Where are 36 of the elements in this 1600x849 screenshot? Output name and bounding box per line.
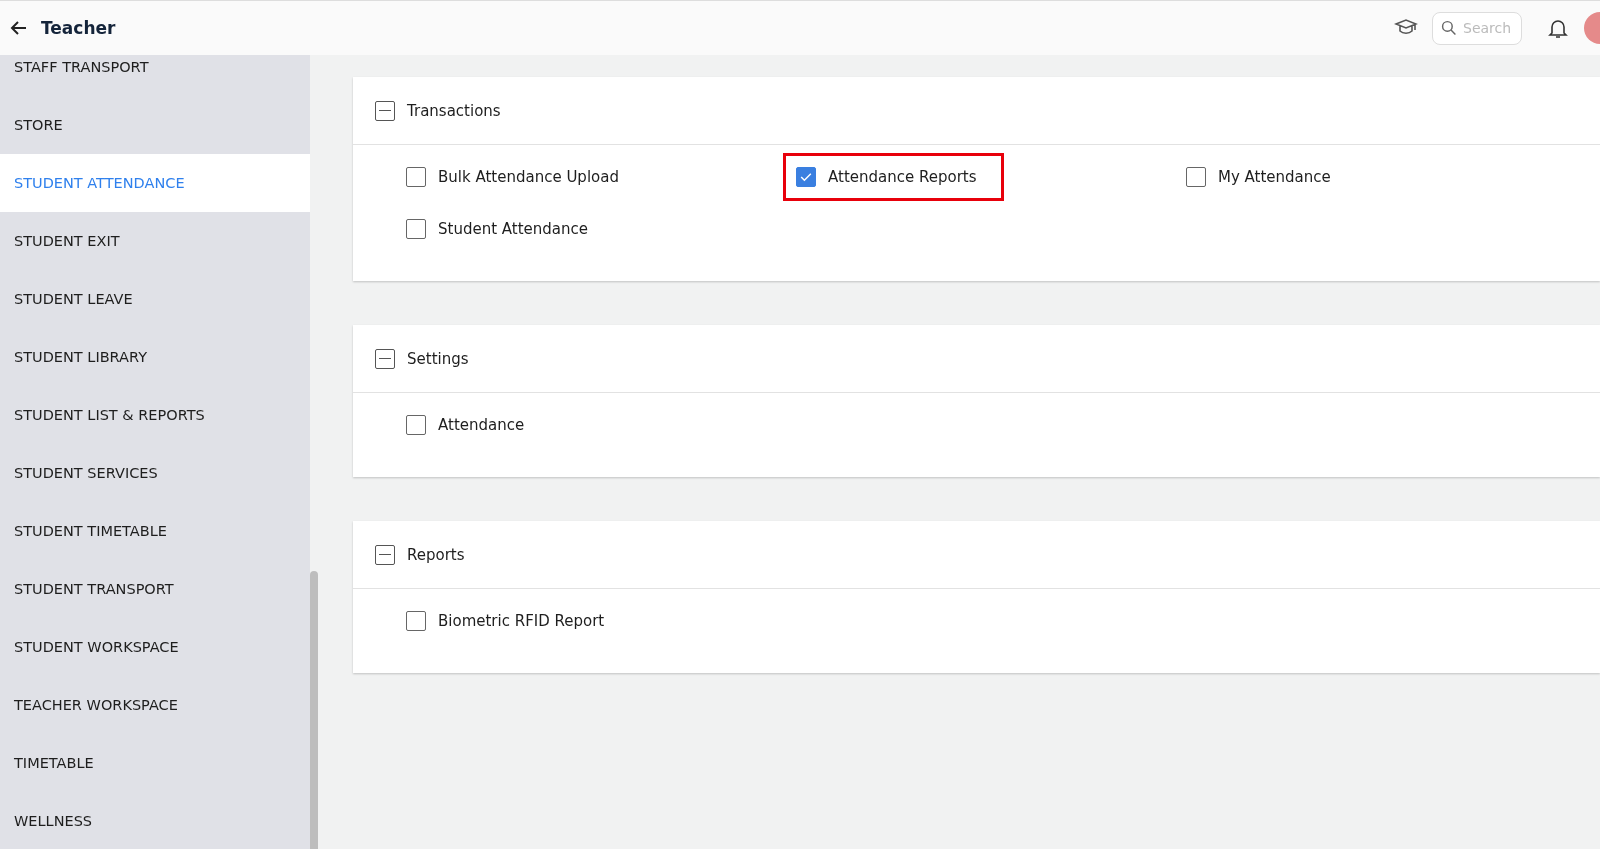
search-field[interactable]: Search [1432,11,1522,45]
sidebar-item[interactable]: STUDENT LIBRARY [0,328,310,386]
collapse-toggle[interactable] [375,100,395,121]
sidebar-item[interactable]: STUDENT ATTENDANCE [0,154,310,212]
sidebar-item[interactable]: STUDENT EXIT [0,212,310,270]
sidebar-item[interactable]: STUDENT SERVICES [0,444,310,502]
search-icon [1441,19,1457,36]
checkbox[interactable] [406,167,426,187]
sidebar-item[interactable]: STUDENT LIST & REPORTS [0,386,310,444]
checkbox[interactable] [796,167,816,187]
collapse-toggle[interactable] [375,348,395,369]
section-title: Transactions [407,101,501,120]
sidebar-item[interactable]: STUDENT WORKSPACE [0,618,310,676]
checkbox-label: My Attendance [1218,168,1331,186]
sidebar-item[interactable]: STUDENT TIMETABLE [0,502,310,560]
scrollbar-thumb[interactable] [310,571,318,849]
section-title: Settings [407,349,469,368]
page-title: Teacher [41,18,116,38]
checkbox-label: Bulk Attendance Upload [438,168,619,186]
checkbox[interactable] [406,219,426,239]
checkbox-label: Attendance [438,416,525,434]
sidebar-item[interactable]: TEACHER WORKSPACE [0,676,310,734]
section-title: Reports [407,545,465,564]
sidebar-item[interactable]: STAFF TRANSPORT [0,55,310,96]
checkbox-label: Attendance Reports [828,168,977,186]
checkbox-label: Biometric RFID Report [438,612,605,630]
checkbox-label: Student Attendance [438,220,588,238]
sidebar-item[interactable]: STUDENT LEAVE [0,270,310,328]
checkbox[interactable] [406,611,426,631]
collapse-toggle[interactable] [375,544,395,565]
checkbox[interactable] [406,415,426,435]
sidebar-item[interactable]: STUDENT TRANSPORT [0,560,310,618]
sidebar-item[interactable]: WELLNESS [0,792,310,849]
checkbox[interactable] [1186,167,1206,187]
sidebar-item[interactable]: STORE [0,96,310,154]
sidebar-item[interactable]: TIMETABLE [0,734,310,792]
